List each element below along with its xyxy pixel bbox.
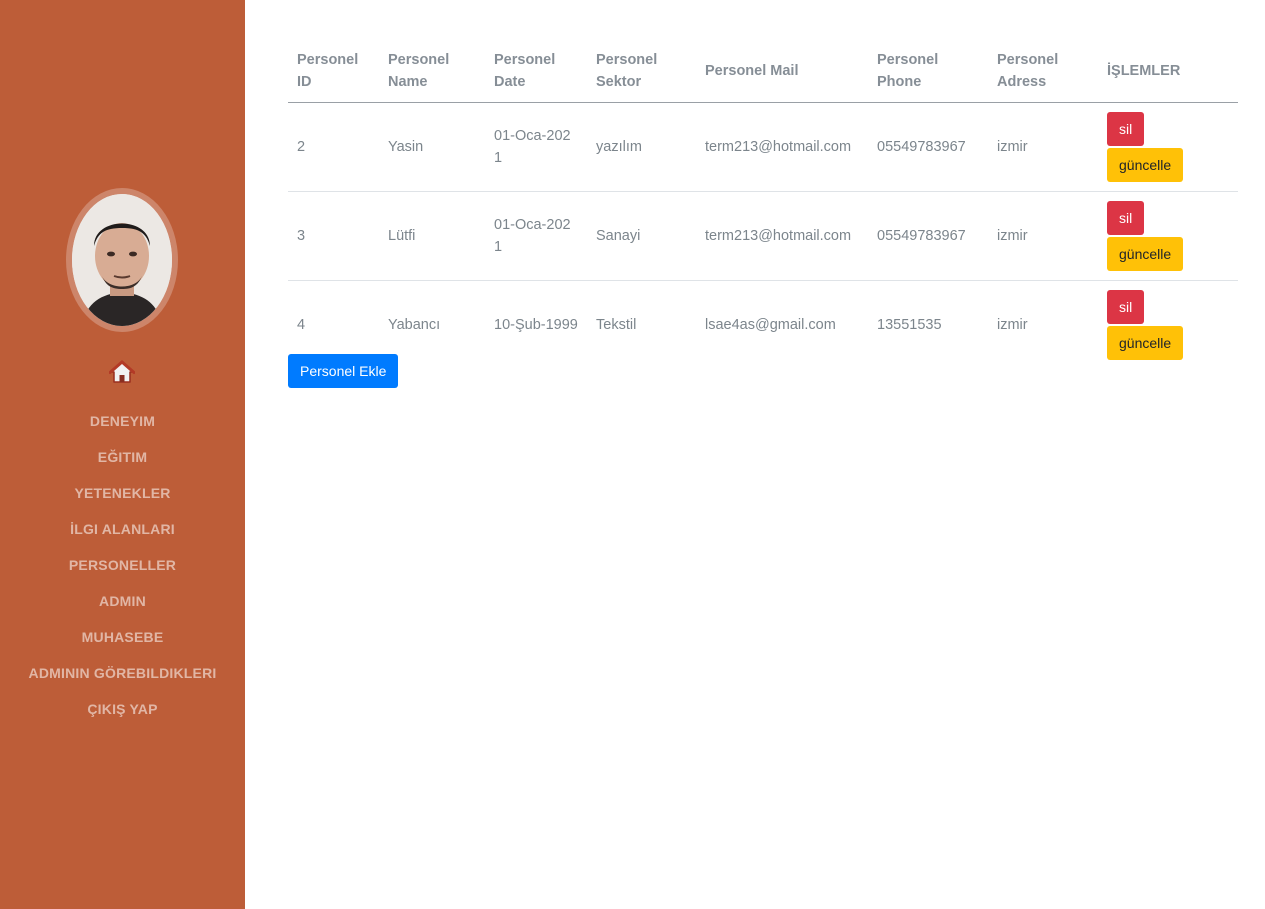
header-personel-mail: Personel Mail xyxy=(696,40,868,103)
table-row: 2 Yasin 01-Oca-2021 yazılım term213@hotm… xyxy=(288,102,1238,192)
cell-address: izmir xyxy=(988,102,1098,192)
cell-name: Lütfi xyxy=(379,191,485,281)
sidebar-item-cikis-yap[interactable]: ÇIKIŞ YAP xyxy=(0,691,245,727)
update-button[interactable]: güncelle xyxy=(1107,147,1184,182)
sidebar-item-admin[interactable]: ADMIN xyxy=(0,583,245,619)
header-personel-id: Personel ID xyxy=(288,40,379,103)
cell-actions: sil güncelle xyxy=(1098,191,1238,281)
home-icon xyxy=(109,360,135,383)
sidebar-item-ilgi-alanlari[interactable]: İLGI ALANLARI xyxy=(0,511,245,547)
header-personel-name: Personel Name xyxy=(379,40,485,103)
sidebar-item-egitim[interactable]: EĞITIM xyxy=(0,439,245,475)
cell-id: 2 xyxy=(288,102,379,192)
cell-mail: term213@hotmail.com xyxy=(696,191,868,281)
cell-date: 01-Oca-2021 xyxy=(485,191,587,281)
cell-address: izmir xyxy=(997,316,1028,333)
cell-actions: sil güncelle xyxy=(1098,102,1238,192)
update-button[interactable]: güncelle xyxy=(1107,236,1184,271)
profile-photo xyxy=(72,194,172,326)
sidebar-item-muhasebe[interactable]: MUHASEBE xyxy=(0,619,245,655)
sidebar: DENEYIM EĞITIM YETENEKLER İLGI ALANLARI … xyxy=(0,0,245,909)
sidebar-item-deneyim[interactable]: DENEYIM xyxy=(0,403,245,439)
cell-id: 3 xyxy=(288,191,379,281)
delete-button[interactable]: sil xyxy=(1107,289,1145,324)
delete-button[interactable]: sil xyxy=(1107,200,1145,235)
delete-button[interactable]: sil xyxy=(1107,111,1145,146)
cell-phone: 13551535 xyxy=(877,316,942,333)
sidebar-item-personeller[interactable]: PERSONELLER xyxy=(0,547,245,583)
table-row: 3 Lütfi 01-Oca-2021 Sanayi term213@hotma… xyxy=(288,191,1238,281)
sidebar-item-adminin-gorebildikleri[interactable]: ADMININ GÖREBILDIKLERI xyxy=(0,655,245,691)
header-personel-phone: Personel Phone xyxy=(868,40,988,103)
avatar-frame xyxy=(66,188,178,332)
cell-sector: yazılım xyxy=(587,102,696,192)
cell-date: 10-Şub-1999 xyxy=(494,316,578,333)
personnel-table: Personel ID Personel Name Personel Date … xyxy=(288,40,1238,369)
cell-mail: lsae4as@gmail.com xyxy=(705,316,836,333)
cell-name: Yasin xyxy=(379,102,485,192)
home-link[interactable] xyxy=(108,358,136,386)
cell-phone: 05549783967 xyxy=(868,102,988,192)
sidebar-item-yetenekler[interactable]: YETENEKLER xyxy=(0,475,245,511)
main-content: Personel ID Personel Name Personel Date … xyxy=(288,40,1238,369)
header-personel-date: Personel Date xyxy=(485,40,587,103)
cell-mail: term213@hotmail.com xyxy=(696,102,868,192)
cell-sector: Sanayi xyxy=(587,191,696,281)
table-row: 4 Yabancı 10-Şub-1999 Tekstil lsae4as@gm… xyxy=(288,280,1238,369)
cell-phone: 05549783967 xyxy=(868,191,988,281)
sidebar-nav: DENEYIM EĞITIM YETENEKLER İLGI ALANLARI … xyxy=(0,403,245,727)
table-header-row: Personel ID Personel Name Personel Date … xyxy=(288,40,1238,103)
add-personnel-button[interactable]: Personel Ekle xyxy=(288,354,399,388)
header-islemler: İŞLEMLER xyxy=(1098,40,1238,103)
header-personel-adress: Personel Adress xyxy=(988,40,1098,103)
update-button[interactable]: güncelle xyxy=(1107,325,1184,360)
cell-actions: sil güncelle xyxy=(1098,280,1238,369)
cell-address: izmir xyxy=(988,191,1098,281)
cell-sector: Tekstil xyxy=(596,316,637,333)
header-personel-sektor: Personel Sektor xyxy=(587,40,696,103)
avatar xyxy=(72,194,172,326)
cell-date: 01-Oca-2021 xyxy=(485,102,587,192)
